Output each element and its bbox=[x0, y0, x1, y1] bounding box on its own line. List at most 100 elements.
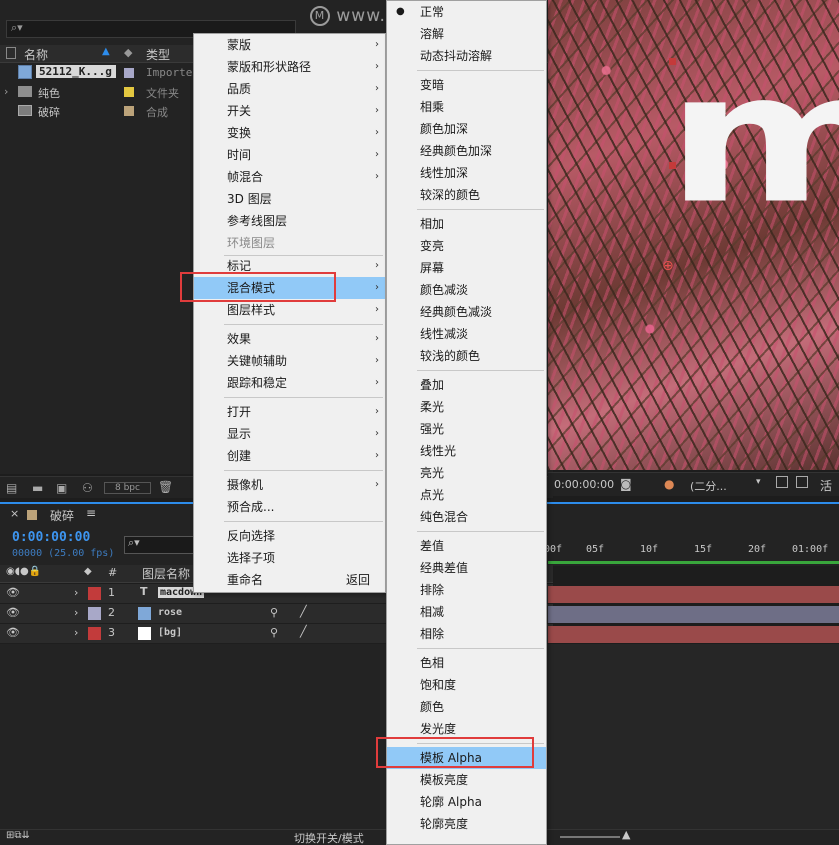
eye-icon[interactable]: 👁 bbox=[6, 606, 20, 619]
menu-item-exclusion[interactable]: 排除 bbox=[387, 579, 546, 601]
menu-item-mask-shape-path[interactable]: 蒙版和形状路径 › bbox=[194, 56, 385, 78]
menu-item-frame-blending[interactable]: 帧混合 › bbox=[194, 166, 385, 188]
menu-item-hard-mix[interactable]: 纯色混合 bbox=[387, 506, 546, 528]
menu-item-guide-layer[interactable]: 参考线图层 bbox=[194, 210, 385, 232]
shy-switch-icon[interactable]: ⚲ bbox=[270, 626, 278, 639]
eye-icon[interactable]: 👁 bbox=[6, 586, 20, 599]
menu-item-silhouette-alpha[interactable]: 轮廓 Alpha bbox=[387, 791, 546, 813]
work-area-bar[interactable] bbox=[548, 561, 839, 564]
flowchart-icon[interactable]: ⚇ bbox=[82, 481, 93, 495]
menu-item-subtract[interactable]: 相减 bbox=[387, 601, 546, 623]
menu-item-switches[interactable]: 开关 › bbox=[194, 100, 385, 122]
menu-item-multiply[interactable]: 相乘 bbox=[387, 96, 546, 118]
column-name[interactable]: 名称 bbox=[24, 46, 48, 63]
label-swatch[interactable] bbox=[124, 68, 134, 78]
layer-label-swatch[interactable] bbox=[88, 627, 101, 640]
menu-item-divide[interactable]: 相除 bbox=[387, 623, 546, 645]
menu-item-create[interactable]: 创建 › bbox=[194, 445, 385, 467]
zoom-slider[interactable] bbox=[560, 836, 620, 838]
menu-item-classic-color-dodge[interactable]: 经典颜色减淡 bbox=[387, 301, 546, 323]
menu-item-linear-burn[interactable]: 线性加深 bbox=[387, 162, 546, 184]
menu-item-add[interactable]: 相加 bbox=[387, 213, 546, 235]
menu-item-pin-light[interactable]: 点光 bbox=[387, 484, 546, 506]
menu-item-classic-difference[interactable]: 经典差值 bbox=[387, 557, 546, 579]
menu-item-invert-selection[interactable]: 反向选择 bbox=[194, 525, 385, 547]
menu-item-keyframe-assistant[interactable]: 关键帧辅助 › bbox=[194, 350, 385, 372]
active-camera-label[interactable]: 活 bbox=[820, 477, 832, 494]
layer-name-header[interactable]: 图层名称 bbox=[142, 565, 190, 582]
menu-item-linear-light[interactable]: 线性光 bbox=[387, 440, 546, 462]
menu-item-camera[interactable]: 摄像机 › bbox=[194, 474, 385, 496]
anchor-point-icon[interactable]: ⊕ bbox=[662, 258, 674, 274]
menu-item-silhouette-luma[interactable]: 轮廓亮度 bbox=[387, 813, 546, 835]
menu-item-track-stabilize[interactable]: 跟踪和稳定 › bbox=[194, 372, 385, 394]
new-composition-icon[interactable]: ▣ bbox=[56, 481, 67, 495]
menu-item-lighter-color[interactable]: 较浅的颜色 bbox=[387, 345, 546, 367]
menu-item-mask[interactable]: 蒙版 › bbox=[194, 34, 385, 56]
menu-item-normal[interactable]: ● 正常 bbox=[387, 1, 546, 23]
menu-item-soft-light[interactable]: 柔光 bbox=[387, 396, 546, 418]
toggle-switches-icon[interactable]: ⊞⧉⇊ bbox=[6, 830, 30, 841]
shy-switch-icon[interactable]: ⚲ bbox=[270, 606, 278, 619]
menu-item-dancing-dissolve[interactable]: 动态抖动溶解 bbox=[387, 45, 546, 67]
menu-item-linear-dodge[interactable]: 线性减淡 bbox=[387, 323, 546, 345]
column-type[interactable]: 类型 bbox=[146, 46, 170, 63]
eye-icon[interactable]: 👁 bbox=[6, 626, 20, 639]
layer-label-swatch[interactable] bbox=[88, 607, 101, 620]
menu-item-color[interactable]: 颜色 bbox=[387, 696, 546, 718]
menu-item-difference[interactable]: 差值 bbox=[387, 535, 546, 557]
menu-item-stencil-luma[interactable]: 模板亮度 bbox=[387, 769, 546, 791]
bpc-button[interactable]: 8 bpc bbox=[104, 482, 151, 494]
menu-item-darken[interactable]: 变暗 bbox=[387, 74, 546, 96]
menu-item-color-burn[interactable]: 颜色加深 bbox=[387, 118, 546, 140]
menu-item-rename[interactable]: 重命名 返回 bbox=[194, 569, 385, 591]
time-ruler[interactable]: 00f 05f 10f 15f 20f 01:00f bbox=[544, 540, 839, 564]
menu-item-screen[interactable]: 屏幕 bbox=[387, 257, 546, 279]
menu-item-overlay[interactable]: 叠加 bbox=[387, 374, 546, 396]
snapshot-icon[interactable]: ◙ bbox=[620, 477, 632, 491]
layer-name[interactable]: [bg] bbox=[158, 627, 182, 638]
menu-item-transform[interactable]: 变换 › bbox=[194, 122, 385, 144]
menu-item-dissolve[interactable]: 溶解 bbox=[387, 23, 546, 45]
grid-icon[interactable] bbox=[796, 476, 808, 488]
transform-handle[interactable] bbox=[669, 58, 676, 65]
menu-item-vivid-light[interactable]: 亮光 bbox=[387, 462, 546, 484]
composition-viewer[interactable]: ma ⊕ bbox=[548, 0, 839, 470]
menu-item-open[interactable]: 打开 › bbox=[194, 401, 385, 423]
trash-icon[interactable]: 🗑 bbox=[158, 480, 173, 494]
menu-item-hard-light[interactable]: 强光 bbox=[387, 418, 546, 440]
resolution-select[interactable]: (二分... bbox=[690, 478, 766, 494]
close-icon[interactable]: × bbox=[10, 507, 19, 520]
timeline-timecode[interactable]: 0:00:00:00 bbox=[12, 530, 90, 545]
layer-name[interactable]: rose bbox=[158, 607, 182, 618]
menu-item-lighten[interactable]: 变亮 bbox=[387, 235, 546, 257]
toggle-switches-modes-label[interactable]: 切换开关/模式 bbox=[294, 830, 364, 845]
menu-item-precompose[interactable]: 预合成... bbox=[194, 496, 385, 518]
layer-duration-bar[interactable] bbox=[548, 606, 839, 623]
menu-item-select-children[interactable]: 选择子项 bbox=[194, 547, 385, 569]
expand-chevron-icon[interactable]: › bbox=[74, 606, 78, 619]
menu-item-hue[interactable]: 色相 bbox=[387, 652, 546, 674]
expand-chevron-icon[interactable]: › bbox=[4, 85, 8, 98]
layer-duration-bar[interactable] bbox=[548, 626, 839, 643]
label-swatch[interactable] bbox=[124, 87, 134, 97]
menu-item-classic-color-burn[interactable]: 经典颜色加深 bbox=[387, 140, 546, 162]
quality-switch-icon[interactable]: ╱ bbox=[300, 625, 307, 638]
menu-item-effects[interactable]: 效果 › bbox=[194, 328, 385, 350]
layer-label-swatch[interactable] bbox=[88, 587, 101, 600]
label-swatch[interactable] bbox=[124, 106, 134, 116]
menu-item-darker-color[interactable]: 较深的颜色 bbox=[387, 184, 546, 206]
layer-duration-bar[interactable] bbox=[548, 586, 839, 603]
new-folder-icon[interactable]: ▬ bbox=[32, 481, 43, 495]
timeline-tab-label[interactable]: 破碎 bbox=[50, 507, 74, 524]
viewer-timecode[interactable]: 0:00:00:00 bbox=[554, 478, 614, 491]
mountain-icon[interactable]: ▲ bbox=[622, 828, 630, 841]
expand-chevron-icon[interactable]: › bbox=[74, 586, 78, 599]
roi-icon[interactable] bbox=[776, 476, 788, 488]
menu-item-saturation[interactable]: 饱和度 bbox=[387, 674, 546, 696]
menu-item-color-dodge[interactable]: 颜色减淡 bbox=[387, 279, 546, 301]
menu-item-quality[interactable]: 品质 › bbox=[194, 78, 385, 100]
channel-icon[interactable]: ● bbox=[664, 477, 674, 491]
interpret-footage-icon[interactable]: ▤ bbox=[6, 481, 17, 495]
menu-item-3d-layer[interactable]: 3D 图层 bbox=[194, 188, 385, 210]
